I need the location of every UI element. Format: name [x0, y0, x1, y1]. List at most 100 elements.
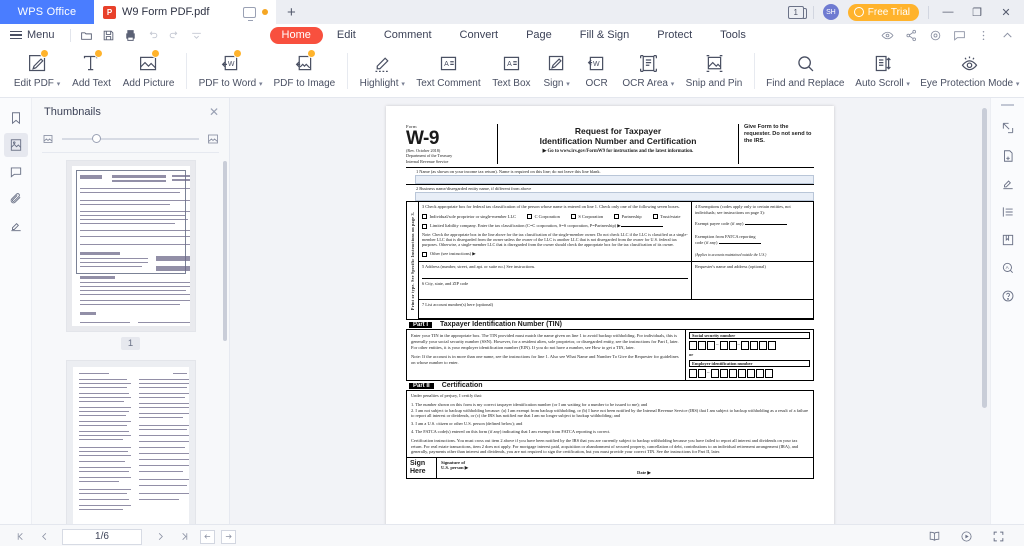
- layout-icon[interactable]: [996, 201, 1020, 223]
- tab-protect[interactable]: Protect: [643, 27, 706, 44]
- ssn-cell[interactable]: [720, 341, 728, 350]
- checkbox-c-corporation[interactable]: C Corporation: [527, 214, 560, 220]
- previous-page-button[interactable]: [34, 527, 54, 546]
- small-image-icon[interactable]: [42, 133, 54, 145]
- ein-cell[interactable]: [756, 369, 764, 378]
- form-line-2-input[interactable]: [415, 192, 814, 201]
- ssn-cell[interactable]: [689, 341, 697, 350]
- ein-cell[interactable]: [711, 369, 719, 378]
- avatar[interactable]: SH: [823, 4, 839, 20]
- rail-grip-handle[interactable]: [1001, 104, 1014, 106]
- pdf-to-word-button[interactable]: W PDF to Word ▾: [193, 49, 268, 89]
- free-trial-button[interactable]: Free Trial: [848, 4, 919, 21]
- ssn-cell[interactable]: [698, 341, 706, 350]
- ocr-area-button[interactable]: OCR Area ▾: [617, 49, 680, 89]
- ssn-cell[interactable]: [768, 341, 776, 350]
- ssn-input-grid[interactable]: – –: [689, 341, 810, 350]
- page-number-input[interactable]: 1/6: [62, 529, 142, 545]
- undo-icon[interactable]: [142, 25, 164, 45]
- ssn-cell[interactable]: [759, 341, 767, 350]
- customize-quick-access-icon[interactable]: [186, 25, 208, 45]
- page-add-icon[interactable]: [996, 145, 1020, 167]
- exempt-payee-code-input[interactable]: [745, 224, 787, 225]
- sidebar-item-thumbnails[interactable]: [4, 133, 28, 157]
- llc-classification-input[interactable]: [621, 226, 663, 227]
- print-icon[interactable]: [120, 25, 142, 45]
- last-page-button[interactable]: [174, 527, 194, 546]
- checkbox-partnership[interactable]: Partnership: [614, 214, 642, 220]
- ssn-cell[interactable]: [750, 341, 758, 350]
- help-icon[interactable]: [996, 285, 1020, 307]
- checkbox-box[interactable]: [653, 214, 658, 219]
- document-tab[interactable]: P W9 Form PDF.pdf: [94, 0, 276, 24]
- thumbnail-page-2[interactable]: [66, 360, 196, 524]
- sidebar-item-comments[interactable]: [4, 160, 28, 184]
- thumbnail-size-slider[interactable]: [62, 138, 199, 140]
- edit-tool-icon[interactable]: [996, 117, 1020, 139]
- slider-knob[interactable]: [92, 134, 101, 143]
- find-and-replace-button[interactable]: Find and Replace: [761, 49, 850, 89]
- checkbox-box[interactable]: [527, 214, 532, 219]
- form-line-1-input[interactable]: [415, 175, 814, 184]
- cloud-upload-icon[interactable]: [924, 25, 946, 45]
- share-icon[interactable]: [900, 25, 922, 45]
- sidebar-item-bookmark[interactable]: [4, 106, 28, 130]
- presentation-screen-icon[interactable]: [243, 7, 256, 18]
- eye-icon[interactable]: [876, 25, 898, 45]
- close-button[interactable]: ✕: [996, 2, 1016, 22]
- save-icon[interactable]: [98, 25, 120, 45]
- checkbox-trust-estate[interactable]: Trust/estate: [653, 214, 681, 220]
- next-page-button[interactable]: [150, 527, 170, 546]
- ein-cell[interactable]: [765, 369, 773, 378]
- minimize-button[interactable]: —: [938, 2, 958, 22]
- sidebar-item-attachments[interactable]: [4, 187, 28, 211]
- sign-button[interactable]: Sign ▾: [537, 49, 577, 89]
- pdf-to-image-button[interactable]: PDF to Image: [268, 49, 341, 89]
- ssn-cell[interactable]: [707, 341, 715, 350]
- tab-page[interactable]: Page: [512, 27, 566, 44]
- checkbox-box[interactable]: [614, 214, 619, 219]
- bookmark-panel-icon[interactable]: [996, 229, 1020, 251]
- feedback-icon[interactable]: [948, 25, 970, 45]
- ssn-cell[interactable]: [729, 341, 737, 350]
- presentation-icon[interactable]: [956, 527, 976, 546]
- checkbox-limited-liability-company[interactable]: Limited liability company. Enter the tax…: [422, 223, 688, 229]
- close-icon[interactable]: ✕: [209, 105, 219, 119]
- previous-view-button[interactable]: [200, 530, 215, 544]
- new-tab-button[interactable]: +: [276, 0, 306, 24]
- form-line-6-input[interactable]: [422, 287, 688, 297]
- large-image-icon[interactable]: [207, 133, 219, 145]
- maximize-button[interactable]: ❐: [967, 2, 987, 22]
- fullscreen-icon[interactable]: [988, 527, 1008, 546]
- tab-tools[interactable]: Tools: [706, 27, 760, 44]
- thumbnail-page-1[interactable]: [66, 160, 196, 332]
- snip-and-pin-button[interactable]: Snip and Pin: [680, 49, 748, 89]
- eye-protection-mode-button[interactable]: Eye Protection Mode ▾: [916, 49, 1024, 89]
- window-list-icon[interactable]: 1: [788, 6, 804, 19]
- document-scrollbar[interactable]: [982, 108, 987, 408]
- signature-field[interactable]: Signature of U.S. person ▶ Date ▶: [437, 458, 813, 478]
- tab-fill-and-sign[interactable]: Fill & Sign: [566, 27, 644, 44]
- ein-cell[interactable]: [729, 369, 737, 378]
- checkbox-other[interactable]: Other (see instructions) ▶: [422, 251, 688, 257]
- checkbox-box[interactable]: [422, 214, 427, 219]
- ein-cell[interactable]: [698, 369, 706, 378]
- checkbox-individual-sole-proprietor[interactable]: Individual/sole proprietor or single-mem…: [422, 214, 516, 220]
- checkbox-box[interactable]: [422, 252, 427, 257]
- first-page-button[interactable]: [10, 527, 30, 546]
- thumbnails-scroll-area[interactable]: 1: [32, 153, 229, 524]
- edit-pdf-button[interactable]: Edit PDF ▾: [8, 49, 66, 89]
- tab-comment[interactable]: Comment: [370, 27, 446, 44]
- highlight-button[interactable]: Highlight ▾: [354, 49, 411, 89]
- checkbox-box[interactable]: [571, 214, 576, 219]
- ein-cell[interactable]: [738, 369, 746, 378]
- document-view[interactable]: Form W-9 (Rev. October 2018) Department …: [230, 98, 990, 524]
- tab-convert[interactable]: Convert: [446, 27, 513, 44]
- tab-edit[interactable]: Edit: [323, 27, 370, 44]
- collapse-ribbon-icon[interactable]: [996, 25, 1018, 45]
- sidebar-item-stamps[interactable]: [4, 214, 28, 238]
- ssn-cell[interactable]: [741, 341, 749, 350]
- menu-button[interactable]: Menu: [10, 29, 65, 41]
- open-icon[interactable]: [76, 25, 98, 45]
- stamp-tool-icon[interactable]: [996, 173, 1020, 195]
